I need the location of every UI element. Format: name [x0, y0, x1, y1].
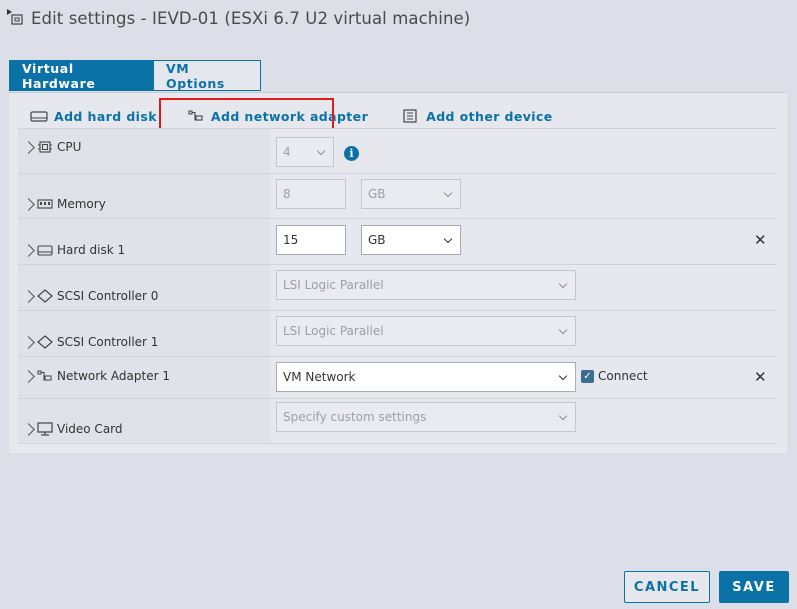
hard-disk-1-row: Hard disk 1 15 GB ✕ [18, 219, 776, 265]
other-device-icon [402, 109, 420, 123]
tab-virtual-hardware[interactable]: Virtual Hardware [9, 60, 154, 91]
cpu-count-select: 4 [276, 137, 334, 167]
memory-label: Memory [57, 197, 106, 211]
network-adapter-1-label: Network Adapter 1 [57, 369, 170, 383]
hard-disk-icon [30, 109, 48, 123]
memory-row: Memory 8 GB [18, 174, 776, 219]
add-hard-disk-label: Add hard disk [54, 108, 157, 124]
hard-disk-size-value: 15 [283, 233, 299, 247]
memory-size-input: 8 [276, 179, 346, 209]
cancel-button[interactable]: CANCEL [624, 571, 710, 603]
hard-disk-unit-value: GB [368, 233, 386, 247]
scsi-controller-1-expander[interactable]: SCSI Controller 1 [22, 335, 159, 349]
chevron-down-icon [558, 371, 568, 381]
video-card-row: Video Card Specify custom settings [18, 399, 776, 444]
vm-settings-icon [6, 8, 26, 28]
scsi-controller-0-row: SCSI Controller 0 LSI Logic Parallel [18, 265, 776, 311]
chevron-down-icon [558, 411, 568, 421]
dialog-header: Edit settings - IEVD-01 (ESXi 6.7 U2 vir… [6, 8, 470, 28]
scsi-controller-1-type-value: LSI Logic Parallel [283, 324, 384, 338]
monitor-icon [37, 422, 53, 436]
connect-checkbox[interactable]: ✓ [581, 370, 594, 383]
scsi-controller-1-type-select: LSI Logic Parallel [276, 316, 576, 346]
save-button[interactable]: SAVE [719, 571, 789, 603]
hard-disk-unit-select[interactable]: GB [361, 225, 461, 255]
network-select[interactable]: VM Network [276, 362, 576, 392]
info-icon[interactable]: i [344, 146, 359, 161]
chevron-right-icon [22, 422, 35, 436]
cpu-count-value: 4 [283, 145, 291, 159]
video-card-expander[interactable]: Video Card [22, 422, 123, 436]
chevron-down-icon [443, 234, 453, 244]
scsi-controller-0-expander[interactable]: SCSI Controller 0 [22, 289, 159, 303]
video-card-settings-select: Specify custom settings [276, 402, 576, 432]
chevron-down-icon [558, 279, 568, 289]
add-other-device-label: Add other device [426, 108, 553, 124]
memory-expander[interactable]: Memory [22, 197, 106, 211]
network-adapter-icon [37, 369, 53, 383]
chevron-right-icon [22, 140, 35, 154]
chevron-down-icon [316, 146, 326, 156]
memory-unit-value: GB [368, 187, 386, 201]
memory-icon [37, 197, 53, 211]
chevron-right-icon [22, 197, 35, 211]
chevron-right-icon [22, 369, 35, 383]
memory-size-value: 8 [283, 187, 291, 201]
scsi-controller-icon [37, 335, 53, 349]
scsi-controller-0-label: SCSI Controller 0 [57, 289, 159, 303]
edit-settings-dialog: Edit settings - IEVD-01 (ESXi 6.7 U2 vir… [0, 0, 797, 609]
network-adapter-1-row: Network Adapter 1 VM Network ✓ Connect ✕ [18, 357, 776, 399]
connect-label: Connect [598, 369, 648, 383]
dialog-title: Edit settings - IEVD-01 (ESXi 6.7 U2 vir… [31, 8, 471, 28]
cpu-label: CPU [57, 140, 82, 154]
tab-vm-options[interactable]: VM Options [154, 60, 261, 91]
scsi-controller-icon [37, 289, 53, 303]
scsi-controller-0-type-value: LSI Logic Parallel [283, 278, 384, 292]
chevron-down-icon [443, 188, 453, 198]
hard-disk-icon [37, 243, 53, 257]
tab-bar: Virtual Hardware VM Options [9, 60, 261, 91]
remove-hard-disk-icon[interactable]: ✕ [754, 233, 767, 248]
scsi-controller-1-label: SCSI Controller 1 [57, 335, 159, 349]
video-card-settings-value: Specify custom settings [283, 410, 427, 424]
network-select-value: VM Network [283, 370, 356, 384]
chevron-right-icon [22, 243, 35, 257]
chevron-right-icon [22, 289, 35, 303]
memory-unit-select: GB [361, 179, 461, 209]
cpu-expander[interactable]: CPU [22, 140, 82, 154]
hardware-list: CPU 4 i Memory 8 GB Hard disk 1 15 GB ✕ … [18, 128, 776, 444]
remove-network-adapter-icon[interactable]: ✕ [754, 370, 767, 385]
video-card-label: Video Card [57, 422, 123, 436]
cpu-icon [37, 140, 53, 154]
hard-disk-1-label: Hard disk 1 [57, 243, 126, 257]
chevron-right-icon [22, 335, 35, 349]
chevron-down-icon [558, 325, 568, 335]
hard-disk-size-input[interactable]: 15 [276, 225, 346, 255]
scsi-controller-1-row: SCSI Controller 1 LSI Logic Parallel [18, 311, 776, 357]
hard-disk-1-expander[interactable]: Hard disk 1 [22, 243, 126, 257]
cpu-row: CPU 4 i [18, 129, 776, 174]
scsi-controller-0-type-select: LSI Logic Parallel [276, 270, 576, 300]
network-adapter-1-expander[interactable]: Network Adapter 1 [22, 369, 170, 383]
